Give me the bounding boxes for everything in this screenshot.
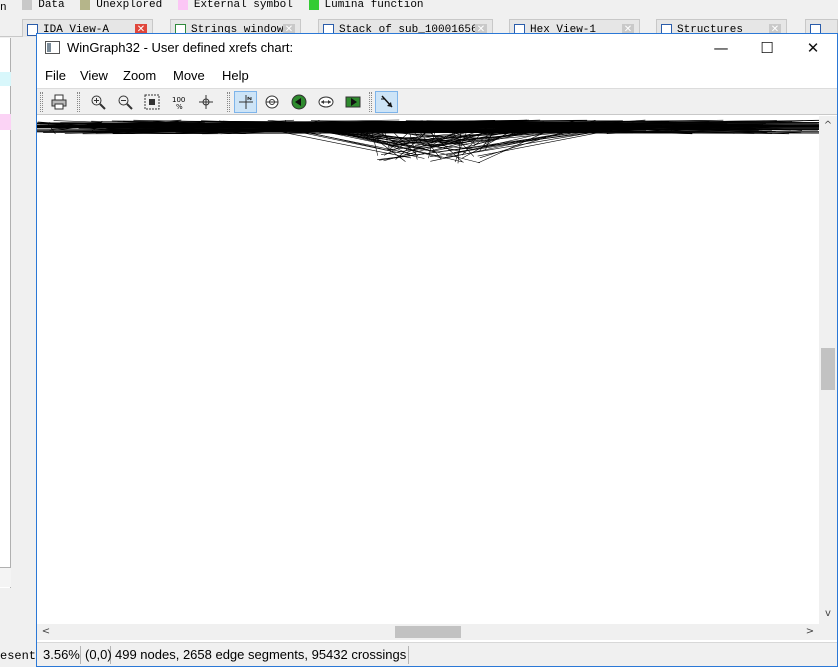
zoom-100-button[interactable]: 100% xyxy=(167,91,190,113)
rotate-button[interactable] xyxy=(260,91,283,113)
graph-canvas[interactable] xyxy=(37,116,819,624)
fit-graph-button[interactable] xyxy=(314,91,337,113)
highlight-row xyxy=(0,114,11,130)
ida-left-pane xyxy=(0,38,11,588)
vertical-scroll-thumb[interactable] xyxy=(821,348,835,390)
toolbar-grip xyxy=(77,92,80,112)
rotate-icon xyxy=(265,95,278,109)
xrefs-graph xyxy=(37,119,819,164)
move-right-button[interactable] xyxy=(341,91,364,113)
menu-bar: File View Zoom Move Help xyxy=(37,66,837,86)
legend-unexplored: Unexplored xyxy=(80,0,162,11)
legend-swatch-lumina-function xyxy=(308,0,319,10)
fit-window-button[interactable] xyxy=(140,91,163,113)
legend-swatch-unexplored xyxy=(80,0,91,10)
status-summary: 499 nodes, 2658 edge segments, 95432 cro… xyxy=(111,646,409,664)
graph-edges xyxy=(37,119,819,164)
toolbar: 100% xyxy=(37,88,837,115)
menu-help[interactable]: Help xyxy=(222,68,249,83)
edge-arrow-icon xyxy=(380,95,393,108)
fit-graph-icon xyxy=(318,96,333,108)
close-button[interactable]: ✕ xyxy=(790,34,836,62)
legend-lead: n xyxy=(0,2,7,13)
layout-button[interactable] xyxy=(234,91,257,113)
status-bar: 3.56% (0,0) 499 nodes, 2658 edge segment… xyxy=(37,642,837,666)
toolbar-grip[interactable] xyxy=(40,92,43,112)
menu-file[interactable]: File xyxy=(45,68,66,83)
legend-data: Data xyxy=(22,0,65,11)
zoom-in-button[interactable] xyxy=(86,91,109,113)
center-button[interactable] xyxy=(194,91,217,113)
title-bar[interactable]: WinGraph32 - User defined xrefs chart: —… xyxy=(37,34,837,62)
horizontal-scroll-thumb[interactable] xyxy=(395,626,461,638)
fit-window-icon xyxy=(144,94,159,110)
legend-swatch-external-symbol xyxy=(177,0,188,10)
zoom-out-button[interactable] xyxy=(113,91,136,113)
zoom-in-icon xyxy=(91,95,106,110)
menu-move[interactable]: Move xyxy=(173,68,205,83)
legend-swatch-data xyxy=(22,0,33,10)
scroll-corner xyxy=(819,624,837,640)
status-zoom: 3.56% xyxy=(39,646,81,664)
arrow-right-icon xyxy=(345,96,360,108)
printer-icon xyxy=(51,94,66,110)
arrow-left-icon xyxy=(291,94,306,110)
legend-bar: n Data Unexplored External symbol Lumina… xyxy=(0,0,838,12)
crosshair-icon xyxy=(198,95,213,109)
wingraph-window: WinGraph32 - User defined xrefs chart: —… xyxy=(36,33,838,667)
status-coords: (0,0) xyxy=(81,646,112,664)
horizontal-scrollbar[interactable]: < > xyxy=(37,624,819,640)
highlight-row xyxy=(0,72,11,86)
scroll-left-icon[interactable]: < xyxy=(40,626,52,638)
minimize-button[interactable]: — xyxy=(698,34,744,62)
toolbar-grip xyxy=(227,92,230,112)
scroll-up-icon[interactable]: ^ xyxy=(822,120,834,132)
zoom-out-icon xyxy=(118,95,133,110)
window-title: WinGraph32 - User defined xrefs chart: xyxy=(67,40,294,55)
legend-lumina-function: Lumina function xyxy=(308,0,424,11)
zoom-100-icon: 100% xyxy=(172,96,185,110)
toolbar-grip xyxy=(369,92,372,112)
edge-mode-button[interactable] xyxy=(375,91,398,113)
app-icon xyxy=(45,41,60,54)
maximize-button[interactable]: ☐ xyxy=(744,34,790,62)
legend-external-symbol: External symbol xyxy=(177,0,293,11)
layout-icon xyxy=(238,95,253,109)
scroll-arrow-right-icon[interactable] xyxy=(0,567,11,587)
move-left-button[interactable] xyxy=(287,91,310,113)
svg-text:%: % xyxy=(176,103,183,110)
scroll-right-icon[interactable]: > xyxy=(804,626,816,638)
print-button[interactable] xyxy=(47,91,70,113)
menu-view[interactable]: View xyxy=(80,68,108,83)
scroll-down-icon[interactable]: v xyxy=(822,608,834,620)
menu-zoom[interactable]: Zoom xyxy=(123,68,156,83)
vertical-scrollbar[interactable]: ^ v xyxy=(819,116,837,624)
